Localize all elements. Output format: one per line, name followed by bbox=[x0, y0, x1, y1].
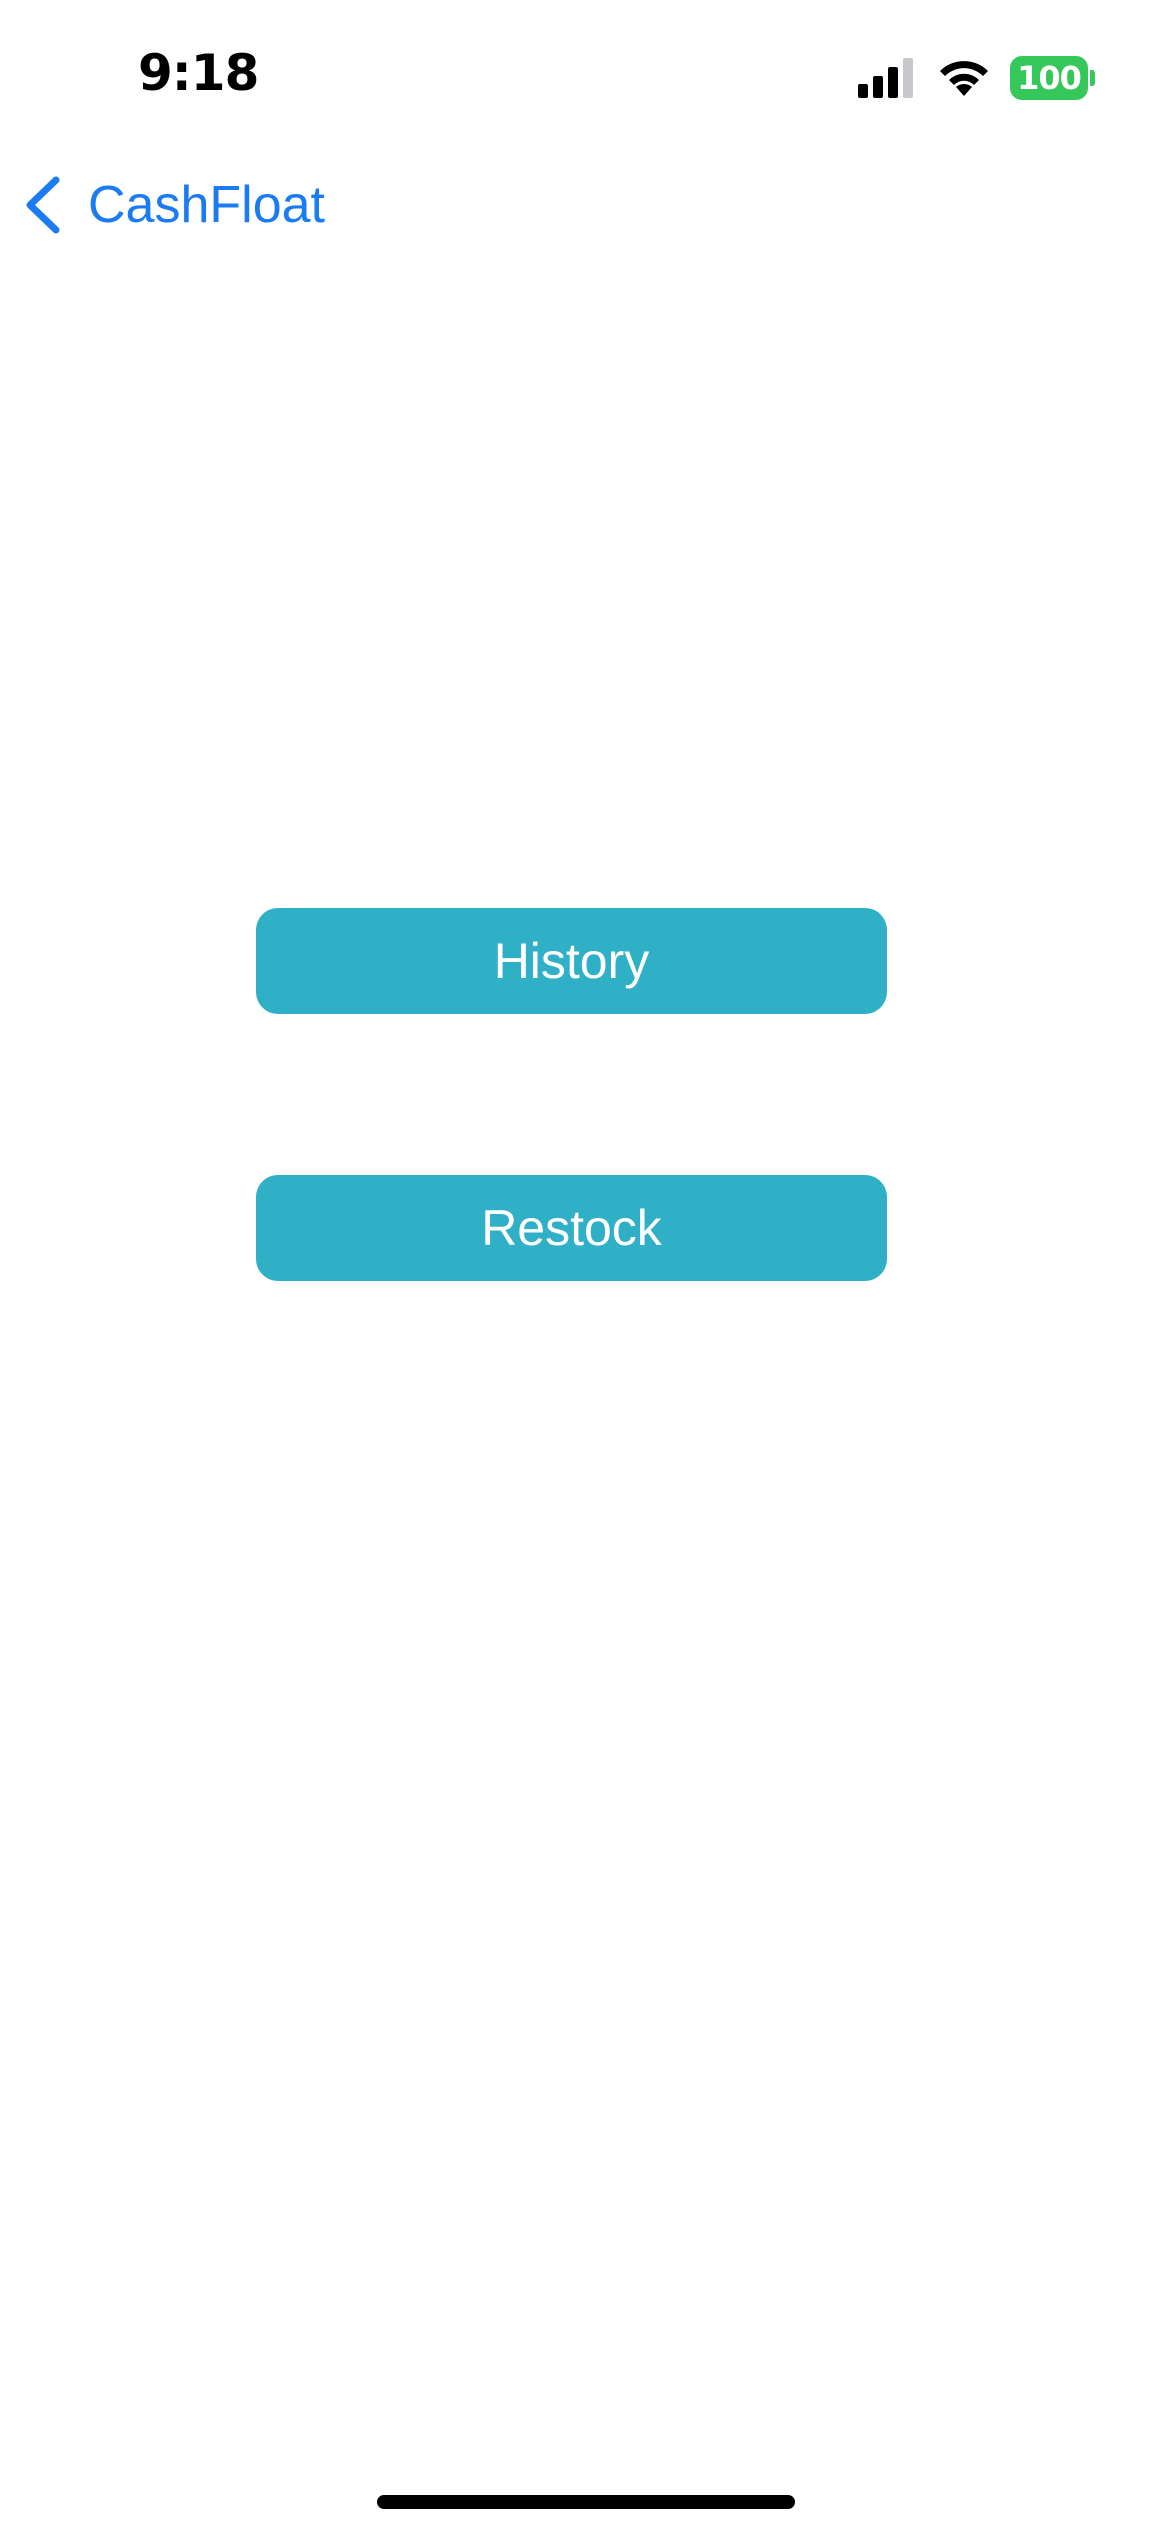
battery-tip bbox=[1090, 70, 1095, 86]
back-button-label: CashFloat bbox=[88, 176, 325, 234]
battery-level: 100 bbox=[1017, 59, 1082, 97]
battery-icon: 100 bbox=[1010, 56, 1096, 100]
restock-button[interactable]: Restock bbox=[256, 1175, 887, 1281]
status-bar: 9:18 100 bbox=[0, 0, 1170, 150]
signal-icon bbox=[858, 58, 913, 98]
wifi-icon bbox=[940, 61, 988, 96]
chevron-left-icon bbox=[26, 176, 60, 234]
back-button[interactable]: CashFloat bbox=[20, 170, 325, 240]
history-button[interactable]: History bbox=[256, 908, 887, 1014]
home-indicator[interactable] bbox=[377, 2495, 795, 2509]
status-time: 9:18 bbox=[138, 44, 259, 102]
